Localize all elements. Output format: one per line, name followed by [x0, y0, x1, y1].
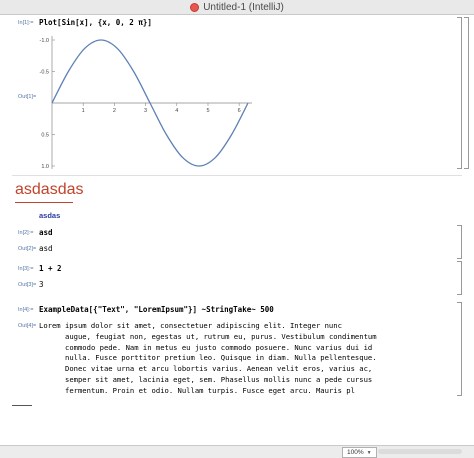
- x-tick-label: 5: [206, 108, 209, 114]
- output-value-2[interactable]: asd: [39, 244, 53, 253]
- window-title: Untitled-1 (IntelliJ): [203, 1, 284, 13]
- output-line: fermentum. Proin et odio. Nullam turpis.…: [65, 385, 355, 395]
- new-cell-insertion-line[interactable]: [12, 405, 32, 406]
- sine-plot[interactable]: 1.0 0.5 -0.5 -1.0 1 2 3 4 5 6: [28, 30, 260, 175]
- y-tick-label: -0.5: [40, 70, 49, 76]
- x-tick-label: 6: [238, 108, 241, 114]
- chevron-down-icon: ▼: [366, 449, 372, 456]
- cell-group-bracket-1[interactable]: [464, 17, 469, 169]
- document-icon: [190, 2, 200, 12]
- output-line: Lorem ipsum dolor sit amet, consectetuer…: [39, 321, 342, 330]
- status-bar: 100% ▼: [0, 445, 474, 458]
- zoom-select[interactable]: 100% ▼: [342, 447, 377, 458]
- input-label-1: In[1]:=: [18, 20, 34, 26]
- output-label-2: Out[2]=: [18, 246, 37, 252]
- input-label-4: In[4]:=: [18, 307, 34, 313]
- cell-bracket-2[interactable]: [457, 225, 462, 259]
- x-tick-label: 3: [144, 108, 147, 114]
- cell-bracket-4[interactable]: [457, 302, 462, 396]
- cell-bracket-3[interactable]: [457, 261, 462, 295]
- y-tick-label: 0.5: [41, 133, 49, 139]
- zoom-value: 100%: [347, 449, 364, 456]
- output-line: semper sit amet, lacinia eget, sem. Phas…: [65, 374, 373, 384]
- output-line: Donec vitae urna et arcu lobortis varius…: [65, 364, 373, 374]
- output-label-3: Out[3]=: [18, 282, 37, 288]
- y-tick-label: 1.0: [41, 164, 49, 170]
- x-tick-label: 2: [113, 108, 116, 114]
- output-line: commodo pede. Nam in metus eu justo comm…: [65, 342, 373, 352]
- horizontal-scrollbar[interactable]: [378, 449, 462, 454]
- output-line: augue, feugiat non, egestas ut, rutrum e…: [65, 331, 377, 341]
- output-label-4: Out[4]=: [18, 323, 37, 329]
- notebook[interactable]: In[1]:= Plot[Sin[x], {x, 0, 2 π}] Out[1]…: [0, 15, 474, 445]
- output-line: nulla. Fusce porttitor pretium leo. Quis…: [65, 353, 377, 363]
- cell-bracket-1[interactable]: [457, 17, 462, 169]
- title-bar: Untitled-1 (IntelliJ): [0, 0, 474, 15]
- input-label-3: In[3]:=: [18, 266, 34, 272]
- input-label-2: In[2]:=: [18, 230, 34, 236]
- output-value-3[interactable]: 3: [39, 280, 44, 289]
- x-tick-label: 4: [175, 108, 178, 114]
- input-code-2[interactable]: asd: [39, 228, 53, 237]
- input-code-4[interactable]: ExampleData[{"Text", "LoremIpsum"}] ~Str…: [39, 305, 274, 314]
- section-title[interactable]: asdasdas: [15, 181, 84, 199]
- input-code-1[interactable]: Plot[Sin[x], {x, 0, 2 π}]: [39, 18, 152, 27]
- lorem-output[interactable]: Lorem ipsum dolor sit amet, consectetuer…: [39, 321, 439, 397]
- spellcheck-underline: [15, 202, 73, 203]
- cell-divider: [12, 175, 462, 176]
- x-tick-label: 1: [82, 108, 85, 114]
- text-cell[interactable]: asdas: [39, 211, 60, 220]
- window-title-group: Untitled-1 (IntelliJ): [0, 0, 474, 14]
- input-code-3[interactable]: 1 + 2: [39, 264, 62, 273]
- y-tick-label: -1.0: [40, 38, 49, 44]
